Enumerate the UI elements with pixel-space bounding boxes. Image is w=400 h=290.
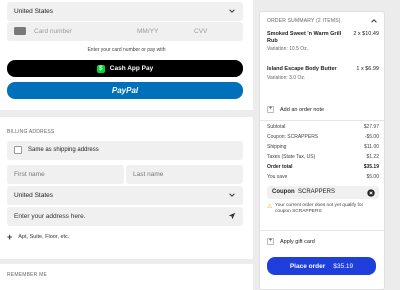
item-name: Smoked Sweet 'n Warm Grill Rub: [267, 31, 342, 44]
card-number-input[interactable]: Card number: [34, 28, 72, 35]
item-variation: Variation: 3.0 Oz.: [267, 75, 306, 81]
total-value: $35.19: [363, 164, 379, 170]
total-label: Subtotal: [267, 124, 286, 130]
billing-country-value: United States: [14, 192, 54, 199]
payment-hint: Enter your card number or pay with: [87, 47, 166, 53]
paypal-label: PayPal: [111, 86, 139, 95]
place-order-amount: $35.19: [333, 262, 354, 270]
same-as-shipping-checkbox[interactable]: Same as shipping address: [7, 141, 243, 160]
total-value: $27.97: [363, 124, 379, 130]
total-value: $1.22: [366, 154, 379, 160]
remove-coupon-icon[interactable]: [367, 188, 375, 197]
add-note-label: Add an order note: [280, 106, 325, 113]
location-arrow-icon[interactable]: [228, 212, 236, 220]
item-qty-price: 2 x $10.49: [353, 31, 379, 37]
add-order-note-button[interactable]: + Add an order note: [267, 106, 324, 113]
total-label: Order total: [267, 164, 293, 170]
cashapp-icon: $: [96, 64, 105, 73]
credit-card-icon: [14, 27, 26, 35]
total-label: You save: [267, 174, 288, 180]
item-variation: Variation: 10.5 Oz.: [267, 46, 309, 52]
first-name-input[interactable]: First name: [7, 165, 124, 184]
item-name: Island Escape Body Butter: [267, 66, 337, 72]
last-name-input[interactable]: Last name: [126, 165, 243, 184]
coupon-chip: Coupon SCRAPPERS: [267, 186, 379, 199]
country-select[interactable]: United States: [7, 2, 243, 21]
total-value: $5.00: [366, 174, 379, 180]
order-summary: ORDER SUMMARY (2 ITEMS) Smoked Sweet 'n …: [259, 11, 385, 290]
chevron-down-icon: [229, 9, 235, 13]
apply-gift-card-button[interactable]: + Apply gift card: [267, 238, 315, 245]
total-label: Taxes (State Tax, US): [267, 154, 316, 160]
paypal-button[interactable]: PayPal: [7, 82, 243, 99]
total-line-subtotal: Subtotal $27.97: [267, 124, 379, 130]
country-select-value: United States: [14, 8, 54, 15]
cvv-input[interactable]: CVV: [194, 28, 207, 35]
payment-card: United States Card number MM/YY CVV Ente…: [0, 0, 253, 110]
address-input[interactable]: Enter your address here.: [7, 207, 243, 226]
first-name-placeholder: First name: [14, 171, 45, 178]
cashapp-label: Cash App Pay: [109, 65, 154, 72]
expiry-input[interactable]: MM/YY: [137, 28, 158, 35]
cashapp-pay-button[interactable]: $ Cash App Pay: [7, 60, 243, 77]
plus-icon: +: [267, 106, 274, 113]
divider: [260, 230, 384, 231]
total-line-taxes: Taxes (State Tax, US) $1.22: [267, 154, 379, 160]
billing-title: BILLING ADDRESS: [7, 129, 55, 135]
gift-card-label: Apply gift card: [280, 238, 315, 245]
total-label: Coupon: SCRAPPERS: [267, 134, 319, 140]
total-line-you-save: You save $5.00: [267, 174, 379, 180]
total-value: $11.00: [364, 144, 379, 150]
warning-icon: ⚠: [267, 204, 273, 210]
chevron-down-icon: [229, 193, 235, 197]
total-value: -$5.00: [364, 134, 379, 140]
coupon-warning: ⚠ Your current order does not yet qualif…: [267, 203, 379, 215]
apt-suite-label: Apt, Suite, Floor, etc.: [18, 234, 70, 240]
coupon-warning-text: Your current order does not yet qualify …: [275, 203, 364, 214]
total-label: Shipping: [267, 144, 287, 150]
plus-icon: +: [7, 232, 13, 242]
billing-country-select[interactable]: United States: [7, 186, 243, 205]
plus-icon: +: [267, 238, 274, 245]
last-name-placeholder: Last name: [133, 171, 164, 178]
place-order-label: Place order: [289, 262, 326, 270]
total-line-shipping: Shipping $11.00: [267, 144, 379, 150]
chevron-up-icon[interactable]: [370, 17, 378, 25]
coupon-label: Coupon: [272, 189, 295, 195]
same-as-shipping-label: Same as shipping address: [28, 147, 99, 153]
divider: [260, 120, 384, 121]
remember-me-title: REMEMBER ME: [7, 272, 47, 278]
item-qty-price: 1 x $6.99: [356, 66, 379, 72]
place-order-button[interactable]: Place order $35.19: [267, 257, 376, 275]
total-line-coupon: Coupon: SCRAPPERS -$5.00: [267, 134, 379, 140]
card-input-group[interactable]: Card number MM/YY CVV: [7, 22, 243, 41]
order-summary-title: ORDER SUMMARY (2 ITEMS): [267, 18, 341, 24]
coupon-code: SCRAPPERS: [298, 189, 336, 195]
total-line-order-total: Order total $35.19: [267, 164, 379, 170]
address-placeholder: Enter your address here.: [14, 213, 86, 220]
apt-suite-toggle[interactable]: + Apt, Suite, Floor, etc.: [7, 232, 70, 242]
checkbox-icon: [14, 146, 22, 154]
